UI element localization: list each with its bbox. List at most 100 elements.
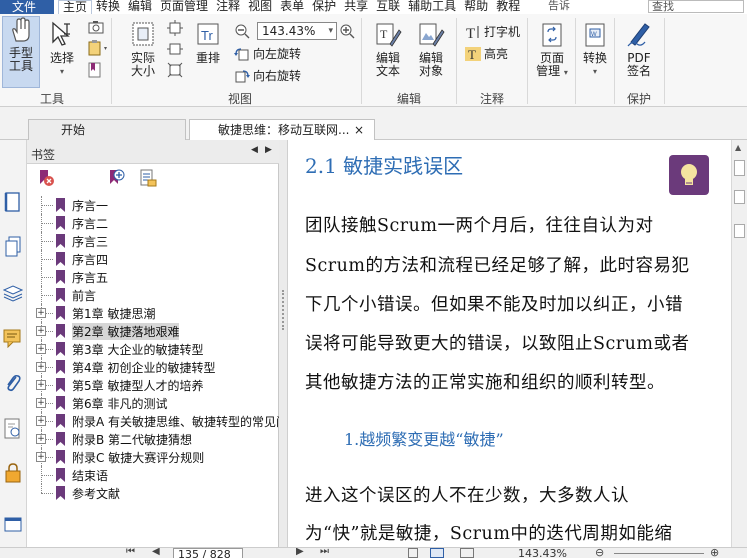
expand-icon[interactable]: + [36, 434, 46, 444]
hand-tool-button[interactable]: 手型 工具 [2, 16, 40, 88]
zoom-out-icon[interactable]: ⊖ [595, 548, 604, 558]
single-page-icon[interactable] [408, 548, 418, 558]
bookmark-item[interactable]: 序言四 [33, 250, 278, 268]
collapse-left-icon[interactable]: ◀ [251, 145, 258, 155]
page-number-input[interactable]: 135 / 828 [173, 548, 243, 558]
menu-item[interactable]: 主页 [58, 0, 93, 14]
menu-item[interactable]: 编辑 [124, 0, 156, 14]
menu-item[interactable]: 保护 [308, 0, 340, 14]
bookmark-add-icon[interactable] [88, 62, 102, 81]
previous-page-icon[interactable]: ◀ [152, 548, 160, 557]
expand-icon[interactable]: + [36, 308, 46, 318]
bookmark-item[interactable]: + 附录B 第二代敏捷猜想 [33, 430, 278, 448]
first-page-icon[interactable]: ⏮ [126, 548, 135, 557]
page-split-icon[interactable] [734, 224, 745, 238]
expand-icon[interactable]: + [36, 452, 46, 462]
close-icon[interactable]: × [354, 120, 364, 140]
page-split-icon[interactable] [734, 190, 745, 204]
scroll-thumb[interactable] [734, 160, 745, 176]
panel-splitter[interactable] [279, 140, 288, 558]
tab-document[interactable]: 敏捷思维：移动互联网... × [189, 119, 375, 140]
fit-page-icon[interactable] [167, 20, 183, 39]
menu-item[interactable]: 互联 [372, 0, 404, 14]
delete-bookmark-icon[interactable] [37, 169, 55, 190]
continuous-page-icon[interactable] [430, 548, 444, 558]
bookmark-item[interactable]: 序言三 [33, 232, 278, 250]
rotate-left-button[interactable]: 向左旋转 [234, 45, 301, 62]
highlight-button[interactable]: T 高亮 [465, 45, 508, 62]
menu-item[interactable]: 共享 [340, 0, 372, 14]
bookmark-label: 第2章 敏捷落地艰难 [72, 322, 180, 340]
clipboard-icon[interactable] [88, 40, 110, 59]
menu-item[interactable]: 转换 [92, 0, 124, 14]
expand-icon[interactable]: + [36, 344, 46, 354]
last-page-icon[interactable]: ⏭ [320, 548, 329, 557]
collapse-right-icon[interactable]: ▶ [265, 145, 272, 155]
expand-icon[interactable]: + [36, 326, 46, 336]
fit-width-icon[interactable] [167, 41, 183, 60]
zoom-input[interactable]: 143.43% ▾ [257, 22, 337, 40]
expand-icon[interactable]: + [36, 416, 46, 426]
bookmark-item[interactable]: 参考文献 [33, 484, 278, 502]
select-button[interactable]: 选择 ▾ [46, 20, 78, 78]
signature-icon[interactable] [3, 418, 23, 443]
menu-item[interactable]: 页面管理 [156, 0, 212, 14]
lock-icon[interactable] [4, 462, 22, 487]
menu-item[interactable]: 辅助工具 [404, 0, 460, 14]
camera-icon[interactable] [88, 20, 104, 37]
bookmark-options-icon[interactable] [139, 169, 157, 190]
zoom-out-icon[interactable] [234, 23, 250, 42]
edit-object-button[interactable]: 编辑 对象 [412, 20, 450, 78]
form-icon[interactable] [4, 516, 22, 535]
typewriter-button[interactable]: T 打字机 [465, 23, 520, 40]
bookmark-item[interactable]: + 附录A 有关敏捷思维、敏捷转型的常见问 [33, 412, 288, 430]
bookmark-item[interactable]: 序言二 [33, 214, 278, 232]
zoom-slider[interactable] [614, 553, 704, 554]
zoom-in-icon[interactable]: ⊕ [710, 548, 719, 558]
bookmark-item[interactable]: + 第3章 大企业的敏捷转型 [33, 340, 278, 358]
expand-icon[interactable]: + [36, 380, 46, 390]
tab-start[interactable]: 开始 [28, 119, 186, 140]
file-menu[interactable]: 文件 [0, 0, 54, 14]
pdf-sign-button[interactable]: PDF 签名 [620, 20, 658, 78]
comment-icon[interactable] [3, 328, 23, 351]
chevron-down-icon[interactable]: ▾ [328, 23, 333, 39]
attachment-icon[interactable] [4, 372, 22, 397]
fit-visible-icon[interactable] [167, 62, 183, 81]
vertical-scrollbar[interactable]: ▲ [731, 140, 747, 547]
scroll-up-icon[interactable]: ▲ [735, 143, 741, 152]
reflow-button[interactable]: Tr 重排 [192, 20, 224, 65]
bookmark-item[interactable]: + 第4章 初创企业的敏捷转型 [33, 358, 278, 376]
page-manage-button[interactable]: 页面 管理 ▾ [534, 20, 570, 79]
bookmark-item[interactable]: + 第5章 敏捷型人才的培养 [33, 376, 278, 394]
menu-item[interactable]: 帮助 [460, 0, 492, 14]
next-page-icon[interactable]: ▶ [296, 548, 304, 557]
bookmark-item[interactable]: 前言 [33, 286, 278, 304]
edit-text-button[interactable]: T 编辑 文本 [371, 20, 405, 78]
add-bookmark-icon[interactable] [107, 169, 125, 190]
bookmark-item[interactable]: 结束语 [33, 466, 278, 484]
facing-page-icon[interactable] [460, 548, 474, 558]
bookmark-item[interactable]: + 第2章 敏捷落地艰难 [33, 322, 278, 340]
rotate-right-button[interactable]: 向右旋转 [234, 67, 301, 84]
bookmark-item[interactable]: 序言一 [33, 196, 278, 214]
search-input[interactable]: 查找 [648, 0, 744, 13]
bookmark-item[interactable]: + 第6章 非凡的测试 [33, 394, 278, 412]
convert-button[interactable]: W 转换 ▾ [580, 20, 610, 78]
pages-icon[interactable] [4, 236, 22, 261]
document-view[interactable]: 2.1 敏捷实践误区 团队接触Scrum一两个月后，往往自认为对 Scrum的方… [288, 140, 731, 547]
menu-item[interactable]: 视图 [244, 0, 276, 14]
bookmark-item[interactable]: + 第1章 敏捷思潮 [33, 304, 278, 322]
bookmark-item[interactable]: + 附录C 敏捷大赛评分规则 [33, 448, 278, 466]
layers-icon[interactable] [2, 284, 24, 305]
page-thumbnail-icon[interactable] [4, 192, 22, 217]
expand-icon[interactable]: + [36, 398, 46, 408]
zoom-in-icon[interactable] [339, 23, 355, 42]
menu-item[interactable]: 表单 [276, 0, 308, 14]
actual-size-button[interactable]: 实际 大小 [124, 20, 162, 78]
menu-item[interactable]: 注释 [212, 0, 244, 14]
bookmark-item[interactable]: 序言五 [33, 268, 278, 286]
tell-me[interactable]: 告诉 [548, 0, 570, 12]
menu-item[interactable]: 教程 [492, 0, 524, 14]
expand-icon[interactable]: + [36, 362, 46, 372]
